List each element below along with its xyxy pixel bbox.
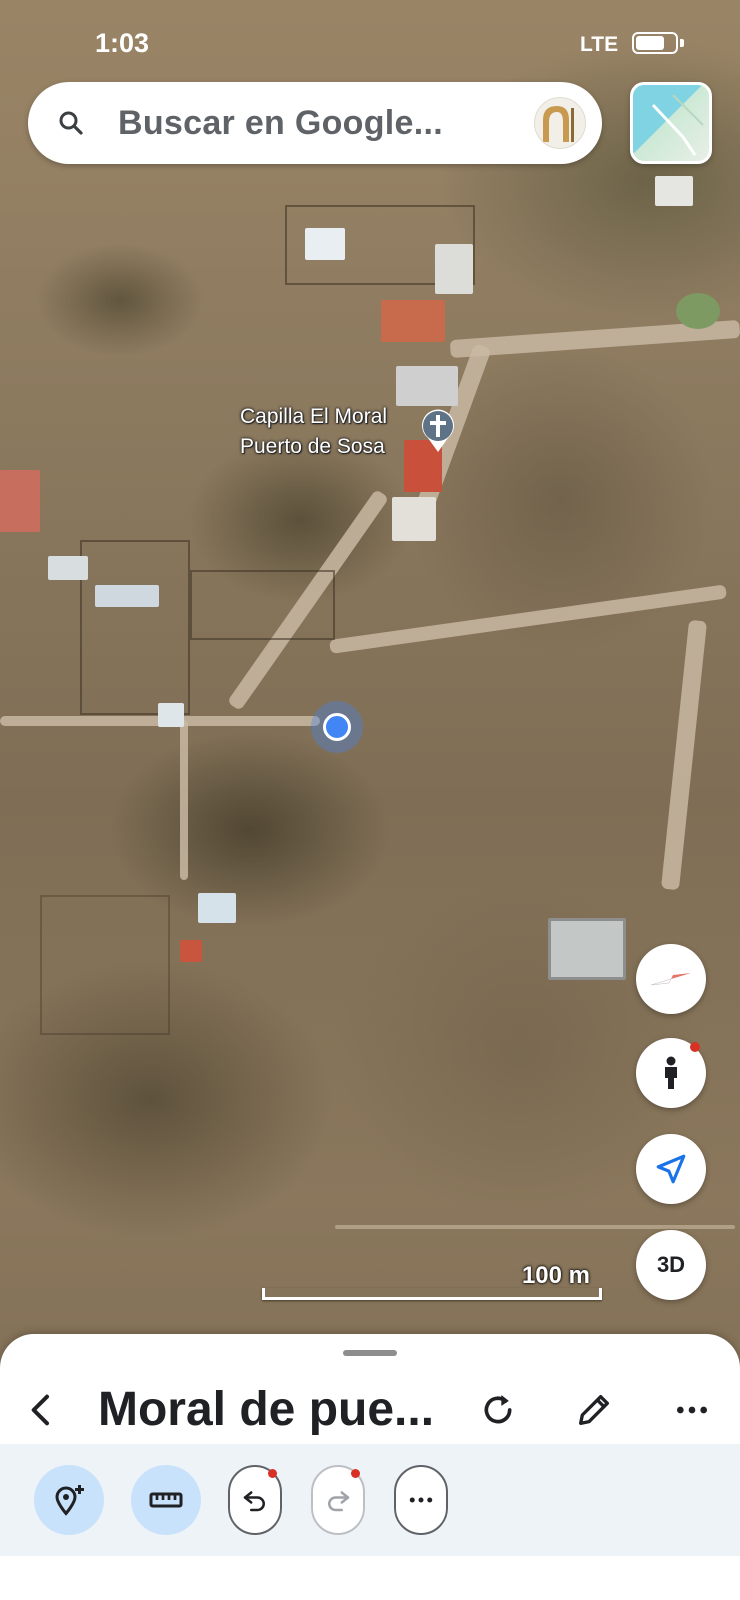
land-plot [40,895,170,1035]
poi-name-line1: Capilla El Moral [240,405,388,428]
project-title[interactable]: Moral de pue... [98,1382,434,1437]
compass-button[interactable] [636,944,706,1014]
land-plot [80,540,190,715]
edit-toolbar [0,1444,740,1556]
status-time: 1:03 [95,28,150,58]
building [655,176,693,206]
building [392,497,436,541]
poi-label[interactable]: Capilla El Moral Puerto de Sosa [240,402,387,462]
undo-icon [243,1491,265,1512]
measure-button[interactable] [131,1465,201,1535]
add-placemark-button[interactable] [34,1465,104,1535]
navigation-arrow-icon [656,1154,686,1184]
building [180,940,202,962]
avatar-logo-icon [543,106,574,142]
poi-name-line2: Puerto de Sosa [240,435,385,458]
network-indicator: LTE [580,33,619,56]
building [48,556,88,580]
location-dot [323,713,351,741]
church-pin-icon[interactable] [418,406,458,454]
redo-icon [328,1491,350,1512]
pegman-icon [665,1056,677,1089]
building [95,585,159,607]
my-location-marker[interactable] [311,701,363,753]
scale-label: 100 m [521,1262,590,1289]
more-horizontal-icon[interactable] [672,1390,712,1430]
redo-button[interactable] [311,1465,365,1535]
refresh-icon[interactable] [478,1390,518,1430]
dirt-road [660,619,708,891]
notification-dot [351,1469,360,1478]
battery-icon [632,32,678,54]
my-location-button[interactable] [636,1134,706,1204]
building [381,300,445,342]
map-layer-button[interactable] [630,82,712,164]
scale-line [262,1288,602,1300]
notification-dot [268,1469,277,1478]
scale-bar: 100 m [262,1262,602,1302]
building [676,293,720,329]
compass-icon [650,973,691,986]
back-icon[interactable] [22,1390,62,1430]
undo-button[interactable] [228,1465,282,1535]
search-placeholder[interactable]: Buscar en Google... [118,104,443,143]
building [198,893,236,923]
building [158,703,184,727]
add-placemark-icon [55,1485,84,1516]
3d-label: 3D [656,1252,686,1277]
building [396,366,458,406]
map-layer-icon [651,94,704,156]
search-icon [59,111,83,135]
search-bar[interactable]: Buscar en Google... [28,82,602,164]
sheet-drag-handle[interactable] [343,1350,397,1356]
pencil-icon[interactable] [574,1390,614,1430]
toolbar-more-button[interactable] [394,1465,448,1535]
notification-dot [690,1042,700,1052]
street-view-button[interactable] [636,1038,706,1108]
more-horizontal-icon [409,1497,433,1503]
building [435,244,473,294]
dirt-road [335,1225,735,1229]
dirt-road [329,584,728,654]
battery-tip [680,39,684,47]
account-avatar[interactable] [534,97,586,149]
building [305,228,345,260]
ruler-icon [149,1492,183,1508]
building [548,918,626,980]
status-bar: 1:03 LTE [0,0,740,80]
building [0,470,40,532]
land-plot [190,570,335,640]
project-bottom-sheet[interactable]: Moral de pue... [0,1334,740,1600]
3d-toggle-button[interactable]: 3D [636,1230,706,1300]
dirt-road [180,720,188,880]
